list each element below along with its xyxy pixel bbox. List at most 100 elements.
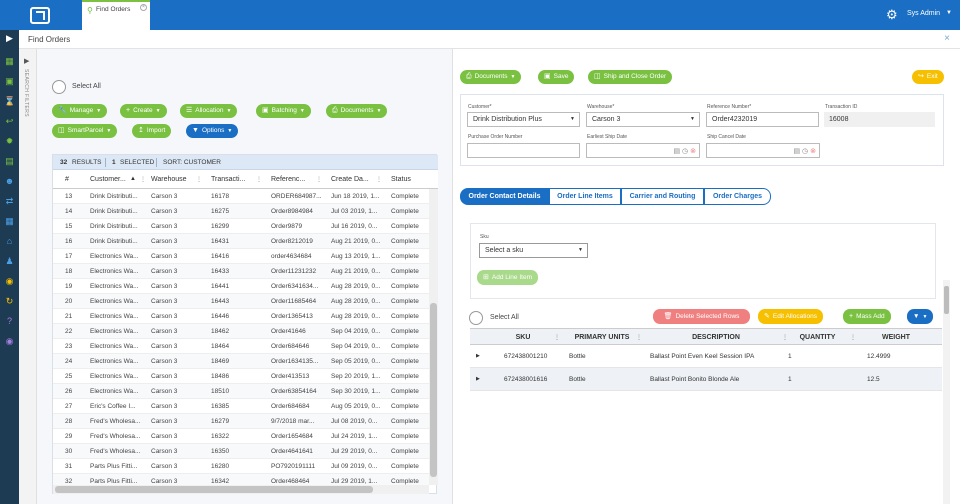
table-row[interactable]: 23 Electronics Wa... Carson 3 18464 Order684… bbox=[53, 339, 429, 354]
scrollbar-thumb[interactable] bbox=[55, 486, 373, 493]
sort-asc-icon[interactable]: ▲ bbox=[130, 176, 136, 182]
table-row[interactable]: 24 Electronics Wa... Carson 3 18469 Order163… bbox=[53, 354, 429, 369]
home-icon[interactable]: ⌂ bbox=[4, 236, 15, 247]
column-menu-icon[interactable]: ⋮ bbox=[256, 176, 262, 183]
help-icon[interactable]: ? bbox=[4, 316, 15, 327]
tab-find-orders[interactable]: ⚲ Find Orders × bbox=[82, 0, 150, 30]
documents-dropdown-button[interactable]: ⎙ Documents ▼ bbox=[460, 70, 522, 84]
user-menu[interactable]: Sys Admin bbox=[907, 10, 940, 17]
chevron-down-icon[interactable]: ▼ bbox=[946, 10, 952, 16]
table-row[interactable]: 18 Electronics Wa... Carson 3 16433 Order112… bbox=[53, 264, 429, 279]
column-header-create-date[interactable]: Create Da... bbox=[331, 170, 371, 189]
allocation-button[interactable]: ☰ Allocation ▼ bbox=[180, 104, 238, 118]
ship-close-order-button[interactable]: ◫ Ship and Close Order bbox=[588, 70, 673, 84]
select-all-radio[interactable] bbox=[52, 80, 66, 94]
expand-row-icon[interactable]: ▶ bbox=[476, 345, 480, 368]
return-icon[interactable]: ↩ bbox=[4, 116, 15, 127]
hierarchy-icon[interactable]: ▦ bbox=[4, 56, 15, 67]
column-header-quantity[interactable]: QUANTITY bbox=[786, 329, 849, 346]
detail-vertical-scrollbar[interactable] bbox=[943, 280, 950, 504]
scrollbar-thumb[interactable] bbox=[430, 303, 437, 477]
line-item-row[interactable]: ▶ 672438001210 Bottle Ballast Point Even Ke… bbox=[470, 345, 942, 368]
column-header-number[interactable]: # bbox=[65, 170, 75, 189]
table-row[interactable]: 30 Fred's Wholesa... Carson 3 16350 Order464… bbox=[53, 444, 429, 459]
gear-icon[interactable]: ⚙ bbox=[886, 8, 898, 21]
eye-icon[interactable]: ◉ bbox=[4, 276, 15, 287]
tab-order-contact-details[interactable]: Order Contact Details bbox=[460, 188, 549, 205]
table-row[interactable]: 16 Drink Distributi... Carson 3 16431 Order8… bbox=[53, 234, 429, 249]
column-menu-icon[interactable]: ⋮ bbox=[140, 176, 146, 183]
mass-add-button[interactable]: + Mass Add bbox=[843, 309, 891, 324]
table-row[interactable]: 27 Eric's Coffee I... Carson 3 16385 Order68… bbox=[53, 399, 429, 414]
edit-allocations-button[interactable]: ✎ Edit Allocations bbox=[758, 309, 823, 324]
calendar-icon[interactable]: ▤ bbox=[4, 156, 15, 167]
column-header-description[interactable]: DESCRIPTION bbox=[646, 329, 786, 346]
add-line-item-button[interactable]: ⊞ Add Line Item bbox=[477, 270, 538, 285]
po-input[interactable] bbox=[467, 143, 580, 158]
batching-button[interactable]: ▣ Batching ▼ bbox=[256, 104, 311, 118]
create-button[interactable]: + Create ▼ bbox=[120, 104, 167, 118]
line-item-row[interactable]: ▶ 672438001616 Bottle Ballast Point Bonito … bbox=[470, 368, 942, 391]
column-menu-icon[interactable]: ⋮ bbox=[554, 334, 560, 341]
table-row[interactable]: 22 Electronics Wa... Carson 3 18462 Order416… bbox=[53, 324, 429, 339]
documents-button[interactable]: ⎙ Documents ▼ bbox=[326, 104, 388, 118]
table-row[interactable]: 28 Fred's Wholesa... Carson 3 16279 9/7/2018… bbox=[53, 414, 429, 429]
table-row[interactable]: 21 Electronics Wa... Carson 3 16446 Order136… bbox=[53, 309, 429, 324]
table-row[interactable]: 15 Drink Distributi... Carson 3 16299 Order9… bbox=[53, 219, 429, 234]
grid-horizontal-scrollbar[interactable] bbox=[53, 485, 429, 494]
column-header-warehouse[interactable]: Warehouse bbox=[151, 170, 191, 189]
app-logo[interactable] bbox=[0, 0, 80, 30]
column-header-primary-units[interactable]: PRIMARY UNITS bbox=[566, 329, 638, 346]
reference-input[interactable]: Order4232019 bbox=[706, 112, 819, 127]
warehouse-select[interactable]: Carson 3 ▼ bbox=[586, 112, 700, 127]
calendar-icon[interactable]: ▤ ◷ ⊗ bbox=[674, 145, 697, 158]
table-row[interactable]: 32 Parts Plus Fitti... Carson 3 16342 Order4… bbox=[53, 474, 429, 485]
import-button[interactable]: ↥ Import bbox=[132, 124, 172, 138]
grid-vertical-scrollbar[interactable] bbox=[429, 189, 438, 485]
column-menu-icon[interactable]: ⋮ bbox=[850, 334, 856, 341]
exit-button[interactable]: ↪ Exit bbox=[912, 70, 944, 84]
filter-dropdown-button[interactable]: ▼ ▼ bbox=[907, 309, 934, 324]
sync-icon[interactable]: ↻ bbox=[4, 296, 15, 307]
column-header-transaction[interactable]: Transacti... bbox=[211, 170, 251, 189]
tab-carrier-routing[interactable]: Carrier and Routing bbox=[621, 188, 704, 205]
gear-small-icon[interactable]: ✹ bbox=[4, 136, 15, 147]
search-filters-toggle[interactable]: ▶ SEARCH FILTERS bbox=[19, 49, 37, 504]
tab-order-line-items[interactable]: Order Line Items bbox=[549, 188, 621, 205]
column-header-status[interactable]: Status bbox=[391, 170, 426, 189]
transfer-icon[interactable]: ⇄ bbox=[4, 196, 15, 207]
table-row[interactable]: 17 Electronics Wa... Carson 3 16416 order463… bbox=[53, 249, 429, 264]
column-menu-icon[interactable]: ⋮ bbox=[636, 334, 642, 341]
table-row[interactable]: 19 Electronics Wa... Carson 3 16441 Order634… bbox=[53, 279, 429, 294]
close-icon[interactable]: × bbox=[944, 33, 950, 44]
expand-nav-icon[interactable]: ▶ bbox=[4, 33, 15, 44]
table-row[interactable]: 26 Electronics Wa... Carson 3 18510 Order638… bbox=[53, 384, 429, 399]
column-header-reference[interactable]: Referenc... bbox=[271, 170, 311, 189]
manage-button[interactable]: 🔧 Manage ▼ bbox=[52, 104, 108, 118]
tab-order-charges[interactable]: Order Charges bbox=[704, 188, 771, 205]
ship-cancel-input[interactable]: ▤ ◷ ⊗ bbox=[706, 143, 820, 158]
scrollbar-thumb[interactable] bbox=[944, 286, 949, 314]
earliest-ship-input[interactable]: ▤ ◷ ⊗ bbox=[586, 143, 700, 158]
document-icon[interactable]: ▣ bbox=[4, 76, 15, 87]
delete-selected-rows-button[interactable]: 🗑 Delete Selected Rows bbox=[653, 309, 750, 324]
column-menu-icon[interactable]: ⋮ bbox=[196, 176, 202, 183]
column-menu-icon[interactable]: ⋮ bbox=[316, 176, 322, 183]
column-menu-icon[interactable]: ⋮ bbox=[376, 176, 382, 183]
smartparcel-button[interactable]: ◫ SmartParcel ▼ bbox=[52, 124, 118, 138]
table-row[interactable]: 20 Electronics Wa... Carson 3 16443 Order116… bbox=[53, 294, 429, 309]
table-row[interactable]: 25 Electronics Wa... Carson 3 18486 Order413… bbox=[53, 369, 429, 384]
column-header-sku[interactable]: SKU bbox=[488, 329, 558, 346]
table-row[interactable]: 14 Drink Distributi... Carson 3 16275 Order8… bbox=[53, 204, 429, 219]
calendar-icon[interactable]: ▤ ◷ ⊗ bbox=[794, 145, 817, 158]
table-row[interactable]: 29 Fred's Wholesa... Carson 3 16322 Order165… bbox=[53, 429, 429, 444]
grid-icon[interactable]: ▦ bbox=[4, 216, 15, 227]
column-header-weight[interactable]: WEIGHT bbox=[860, 329, 932, 346]
sku-select[interactable]: Select a sku ▼ bbox=[479, 243, 588, 258]
table-row[interactable]: 13 Drink Distributi... Carson 3 16178 ORDER6… bbox=[53, 189, 429, 204]
expand-row-icon[interactable]: ▶ bbox=[476, 368, 480, 391]
users-icon[interactable]: ☻ bbox=[4, 176, 15, 187]
hourglass-icon[interactable]: ⌛ bbox=[4, 96, 15, 107]
options-button[interactable]: ▼ Options ▼ bbox=[186, 124, 239, 138]
customer-select[interactable]: Drink Distribution Plus ▼ bbox=[467, 112, 580, 127]
